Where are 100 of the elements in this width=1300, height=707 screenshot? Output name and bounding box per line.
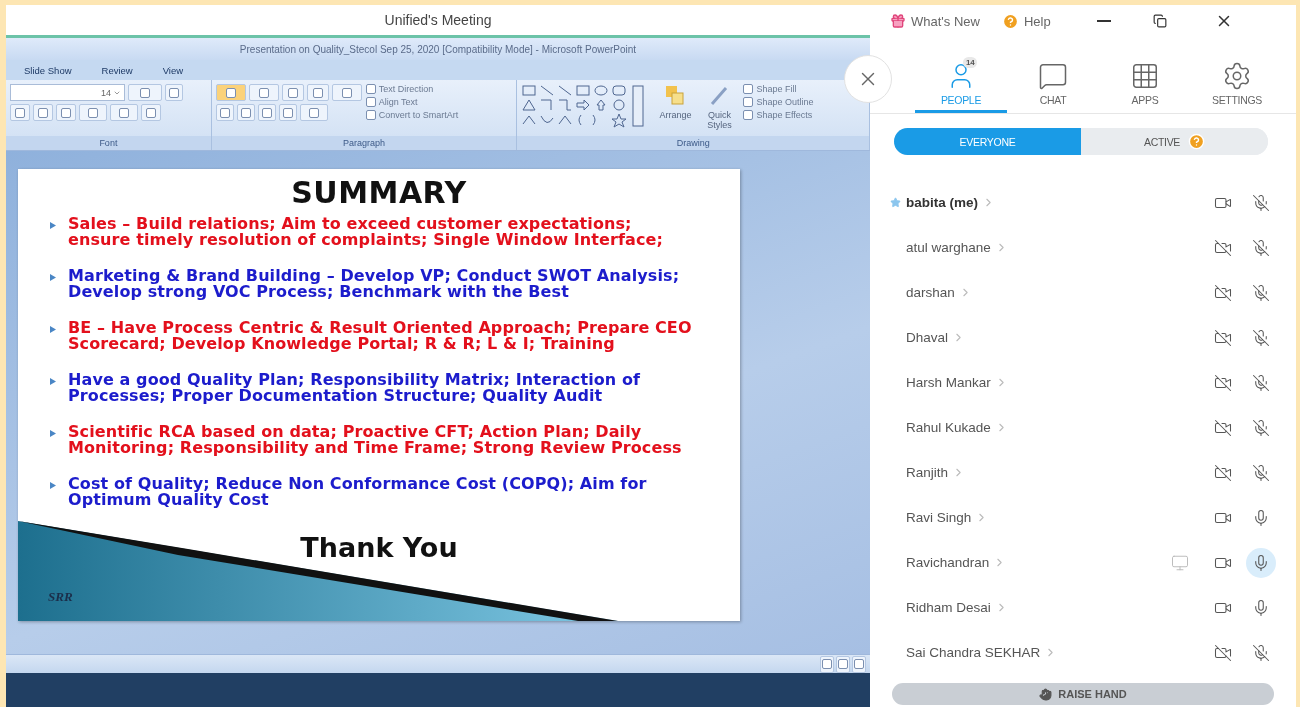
closing-text: Thank You [300, 532, 458, 563]
participant-name[interactable]: Ravi Singh [906, 510, 989, 525]
tool-icon [225, 87, 236, 98]
strikethrough-button[interactable] [33, 104, 53, 121]
font-size-field[interactable]: 14 [10, 84, 125, 101]
ribbon-tab[interactable]: Review [101, 64, 133, 76]
tool-icon [119, 107, 129, 118]
microphone-icon [1252, 598, 1270, 617]
ribbon-tab[interactable]: Slide Show [24, 64, 72, 76]
align-right-button[interactable] [257, 104, 276, 121]
panel-tab[interactable]: SETTINGS [1191, 61, 1283, 113]
microphone-off-icon [1252, 328, 1270, 347]
tool-icon [282, 107, 293, 118]
group-label: Drawing [517, 136, 869, 150]
camera-off-icon [1214, 463, 1232, 482]
count-badge: 14 [963, 57, 978, 68]
tool-icon [169, 87, 179, 98]
bullet-text: Marketing & Brand Building – Develop VP; Conduct SWOT Analysis; Develop strong VOC Process; Benchmark with the Best [68, 268, 680, 300]
font-color-button[interactable] [141, 104, 161, 121]
group-label: Paragraph [211, 136, 517, 150]
participant-name[interactable]: Ravichandran [906, 555, 1007, 570]
bullet-text: Scientific RCA based on data; Proactive CFT; Action Plan; Daily Monitoring; Responsibility and Time Frame; Strong Review Process [68, 424, 682, 456]
participant-name[interactable]: Dhaval [906, 330, 966, 345]
columns-button[interactable] [299, 104, 328, 121]
tool-icon [258, 87, 269, 98]
participant-name[interactable]: darshan [906, 285, 972, 300]
microphone-off-icon [1252, 373, 1270, 392]
shape-command[interactable]: Shape Fill [743, 84, 814, 94]
tool-icon [261, 107, 272, 118]
tool-icon [308, 107, 319, 118]
raise-hand-button[interactable]: RAISE HAND [892, 683, 1274, 705]
drawing-command[interactable]: Arrange [655, 84, 696, 132]
group-label: Font [6, 136, 211, 150]
participant-name[interactable]: babita (me) [906, 195, 995, 210]
justify-button[interactable] [278, 104, 297, 121]
view-sorter-button[interactable] [836, 655, 850, 673]
shape-command[interactable]: Shape Outline [743, 97, 814, 107]
increase-indent-button[interactable] [306, 84, 329, 101]
paragraph-command[interactable]: Text Direction [365, 84, 459, 94]
case-button[interactable] [110, 104, 138, 121]
spacing-button[interactable] [79, 104, 107, 121]
microphone-off-icon [1252, 418, 1270, 437]
top-link[interactable]: Help [1001, 12, 1051, 30]
participant-name[interactable]: Ranjith [906, 465, 966, 480]
participant-name[interactable]: Harsh Mankar [906, 375, 1008, 390]
numbering-button[interactable] [248, 84, 279, 101]
shadow-button[interactable] [56, 104, 76, 121]
bullet-icon [50, 378, 56, 385]
decrease-indent-button[interactable] [281, 84, 304, 101]
settings-icon [1222, 61, 1252, 91]
drawing-command[interactable]: Quick Styles [699, 84, 740, 132]
tool-icon [88, 107, 98, 118]
mic-on-button[interactable] [1246, 547, 1276, 578]
tool-icon [287, 87, 298, 98]
tool-icon [365, 97, 376, 107]
microphone-icon [1252, 508, 1270, 527]
microphone-off-icon [1252, 463, 1270, 482]
participant-name[interactable]: Rahul Kukade [906, 420, 1008, 435]
grow-font-button[interactable] [128, 84, 162, 101]
view-normal-button[interactable] [820, 655, 834, 673]
participant-name[interactable]: Ridham Desai [906, 600, 1008, 615]
view-show-button[interactable] [852, 655, 866, 673]
microphone-icon [1252, 553, 1270, 572]
bullet-icon [50, 326, 56, 333]
tool-icon [365, 110, 376, 120]
grid-icon [1130, 61, 1160, 91]
tool-icon [341, 87, 352, 98]
participant-name[interactable]: atul warghane [906, 240, 1008, 255]
tool-icon [146, 107, 156, 118]
paragraph-command[interactable]: Convert to SmartArt [365, 110, 459, 120]
help-icon [1001, 12, 1019, 30]
participant-name[interactable]: Sai Chandra SEKHAR [906, 645, 1058, 660]
tool-icon [365, 84, 376, 94]
panel-tab[interactable]: 14 PEOPLE [915, 61, 1007, 113]
ribbon-tab[interactable]: View [162, 64, 184, 76]
slide-title: SUMMARY [291, 175, 467, 210]
camera-off-icon [1214, 328, 1232, 347]
line-spacing-button[interactable] [331, 84, 362, 101]
bullet-icon [50, 482, 56, 489]
bullets-button[interactable] [215, 84, 246, 101]
window-title: Unified's Meeting [384, 12, 492, 28]
tool-icon [240, 107, 251, 118]
app-title: Presentation on Quality_Stecol Sep 25, 2020 [Compatibility Mode] - Microsoft PowerPoint [239, 43, 637, 55]
monitor-icon [1171, 553, 1189, 572]
hand-icon [1039, 687, 1053, 701]
camera-off-icon [1214, 418, 1232, 437]
align-left-button[interactable] [215, 104, 234, 121]
restore-icon [1152, 14, 1167, 28]
underline-button[interactable] [10, 104, 30, 121]
center-button[interactable] [236, 104, 255, 121]
paragraph-command[interactable]: Align Text [365, 97, 459, 107]
top-link[interactable]: What's New [890, 13, 980, 29]
panel-tab[interactable]: CHAT [1007, 61, 1099, 113]
tool-icon [140, 87, 150, 98]
tool-icon [743, 97, 754, 107]
bullet-icon [50, 274, 56, 281]
clear-format-button[interactable] [165, 84, 183, 101]
shape-command[interactable]: Shape Effects [743, 110, 814, 120]
bullet-icon [50, 222, 56, 229]
panel-tab[interactable]: APPS [1099, 61, 1191, 113]
